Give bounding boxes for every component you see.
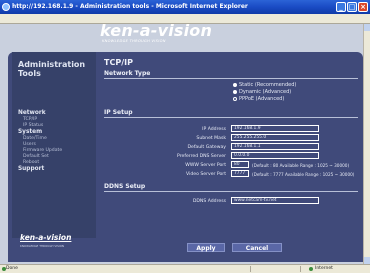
divider [300, 266, 301, 272]
dns-server-label: Preferred DNS Server [177, 154, 226, 159]
sidebar-title-line1: Administration [18, 60, 86, 69]
divider [250, 266, 251, 272]
ie-icon [2, 3, 10, 11]
divider [104, 191, 358, 192]
main-panel: TCP/IP Network Type Static (Recommended)… [100, 52, 358, 238]
internet-zone-icon [309, 267, 313, 271]
sidebar-title-line2: Tools [18, 69, 41, 78]
radio-dynamic[interactable]: Dynamic (Advanced) [233, 89, 291, 95]
window-titlebar: http://192.168.1.9 - Administration tool… [0, 0, 370, 14]
radio-static-icon[interactable] [233, 83, 237, 87]
radio-dynamic-icon[interactable] [233, 90, 237, 94]
logo-tagline: KNOWLEDGE THROUGH VISION [102, 39, 166, 43]
subnet-mask-input[interactable]: 255.255.255.0 [231, 134, 319, 141]
ddns-setup-heading: DDNS Setup [104, 183, 146, 190]
vertical-scrollbar[interactable] [363, 24, 370, 264]
nav-section-support[interactable]: Support [18, 166, 94, 173]
ddns-address-label: DDNS Address [192, 199, 226, 204]
status-bar: Done Internet [0, 264, 370, 273]
www-port-input[interactable]: 80 [231, 161, 249, 168]
sidebar-nav: Network TCP/IP IP Status System Date/Tim… [18, 110, 94, 173]
dns-server-input[interactable]: 0.0.0.0 [231, 152, 319, 159]
close-button[interactable]: × [358, 2, 368, 12]
radio-dynamic-label: Dynamic (Advanced) [239, 89, 292, 95]
ddns-address-input[interactable]: www.netcam-tv.net [231, 197, 319, 204]
window-controls: _ □ × [336, 2, 368, 12]
scroll-up-icon[interactable] [364, 24, 370, 31]
logo-wordmark: ken-a-vision [100, 21, 213, 40]
www-port-note: (Default : 80 Available Range : 1025 ~ 3… [252, 163, 350, 168]
zone-text: Internet [315, 266, 333, 271]
brand-logo: ken-a-vision KNOWLEDGE THROUGH VISION [100, 21, 260, 47]
radio-static-label: Static (Recommended) [239, 82, 297, 88]
ip-address-input[interactable]: 192.168.1.9 [231, 125, 319, 132]
video-port-input[interactable]: 7777 [231, 170, 249, 177]
status-text: Done [6, 266, 18, 271]
video-port-label: Video Server Port [186, 172, 226, 177]
radio-pppoe[interactable]: PPPoE (Advanced) [233, 96, 284, 102]
subnet-mask-label: Subnet Mask [196, 136, 226, 141]
www-port-label: WWW Server Port [185, 163, 226, 168]
radio-pppoe-label: PPPoE (Advanced) [239, 96, 285, 102]
radio-static[interactable]: Static (Recommended) [233, 82, 296, 88]
divider [104, 78, 358, 79]
default-gateway-input[interactable]: 192.168.1.1 [231, 143, 319, 150]
radio-pppoe-icon[interactable] [233, 97, 237, 101]
sidebar: Administration Tools Network TCP/IP IP S… [12, 52, 96, 238]
maximize-button[interactable]: □ [347, 2, 357, 12]
video-port-note: (Default : 7777 Available Range : 1025 ~… [252, 172, 355, 177]
apply-button[interactable]: Apply [187, 243, 225, 252]
sidebar-logo-link[interactable]: ken-a-vision [20, 233, 71, 242]
sidebar-logo-tagline: KNOWLEDGE THROUGH VISION [20, 244, 64, 248]
default-gateway-label: Default Gateway [187, 145, 226, 150]
page-title: TCP/IP [104, 58, 133, 67]
cancel-button[interactable]: Cancel [232, 243, 282, 252]
divider [104, 117, 358, 118]
ip-setup-heading: IP Setup [104, 109, 133, 116]
scroll-down-icon[interactable] [364, 257, 370, 264]
network-type-heading: Network Type [104, 70, 151, 77]
nav-section-network[interactable]: Network [18, 110, 94, 117]
ip-address-label: IP Address [202, 127, 226, 132]
nav-section-system[interactable]: System [18, 129, 94, 136]
window-title: http://192.168.1.9 - Administration tool… [12, 3, 248, 10]
sidebar-title: Administration Tools [18, 60, 85, 78]
minimize-button[interactable]: _ [336, 2, 346, 12]
